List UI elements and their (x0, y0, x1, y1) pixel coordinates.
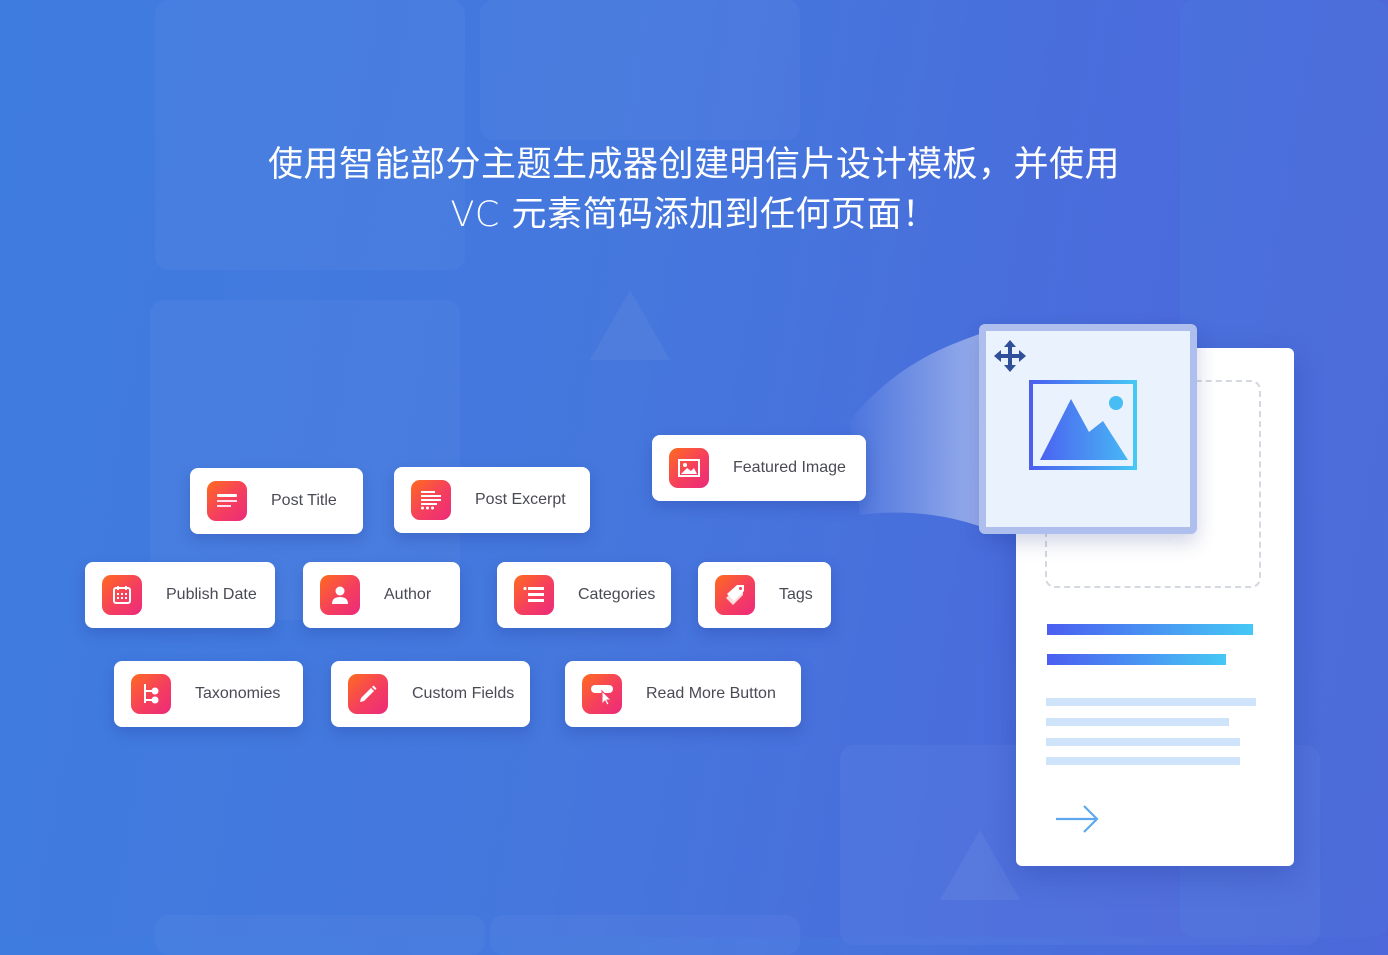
hierarchy-icon (131, 674, 171, 714)
featured-image-icon (669, 448, 709, 488)
element-chip-tags[interactable]: Tags (698, 562, 831, 628)
title-line-bar (1047, 654, 1226, 665)
element-chip-read-more-button[interactable]: Read More Button (565, 661, 801, 727)
element-chip-post-excerpt[interactable]: Post Excerpt (394, 467, 590, 533)
element-chip-author[interactable]: Author (303, 562, 460, 628)
element-chip-taxonomies[interactable]: Taxonomies (114, 661, 303, 727)
post-excerpt-icon (411, 480, 451, 520)
text-line-bar (1046, 718, 1229, 726)
user-icon (320, 575, 360, 615)
element-label: Read More Button (646, 685, 776, 702)
element-label: Categories (578, 586, 656, 603)
pencil-icon (348, 674, 388, 714)
title-line-bar (1047, 624, 1253, 635)
post-title-icon (207, 481, 247, 521)
element-chip-featured-image[interactable]: Featured Image (652, 435, 866, 501)
element-chip-custom-fields[interactable]: Custom Fields (331, 661, 530, 727)
element-label: Post Title (271, 492, 337, 509)
element-label: Post Excerpt (475, 491, 566, 508)
cursor-button-icon (582, 674, 622, 714)
tags-icon (715, 575, 755, 615)
element-label: Publish Date (166, 586, 257, 603)
calendar-icon (102, 575, 142, 615)
element-chip-publish-date[interactable]: Publish Date (85, 562, 275, 628)
element-label: Taxonomies (195, 685, 281, 702)
element-label: Custom Fields (412, 685, 515, 702)
text-line-bar (1046, 738, 1240, 746)
element-label: Featured Image (733, 459, 846, 476)
element-label: Author (384, 586, 432, 603)
move-icon[interactable] (993, 339, 1027, 378)
image-placeholder-icon (1029, 380, 1139, 477)
element-chip-categories[interactable]: Categories (497, 562, 671, 628)
element-label: Tags (779, 586, 813, 603)
list-icon (514, 575, 554, 615)
text-line-bar (1046, 757, 1240, 765)
text-line-bar (1046, 698, 1256, 706)
arrow-right-icon[interactable] (1054, 803, 1100, 840)
element-chip-post-title[interactable]: Post Title (190, 468, 363, 534)
featured-image-block[interactable] (979, 324, 1197, 534)
